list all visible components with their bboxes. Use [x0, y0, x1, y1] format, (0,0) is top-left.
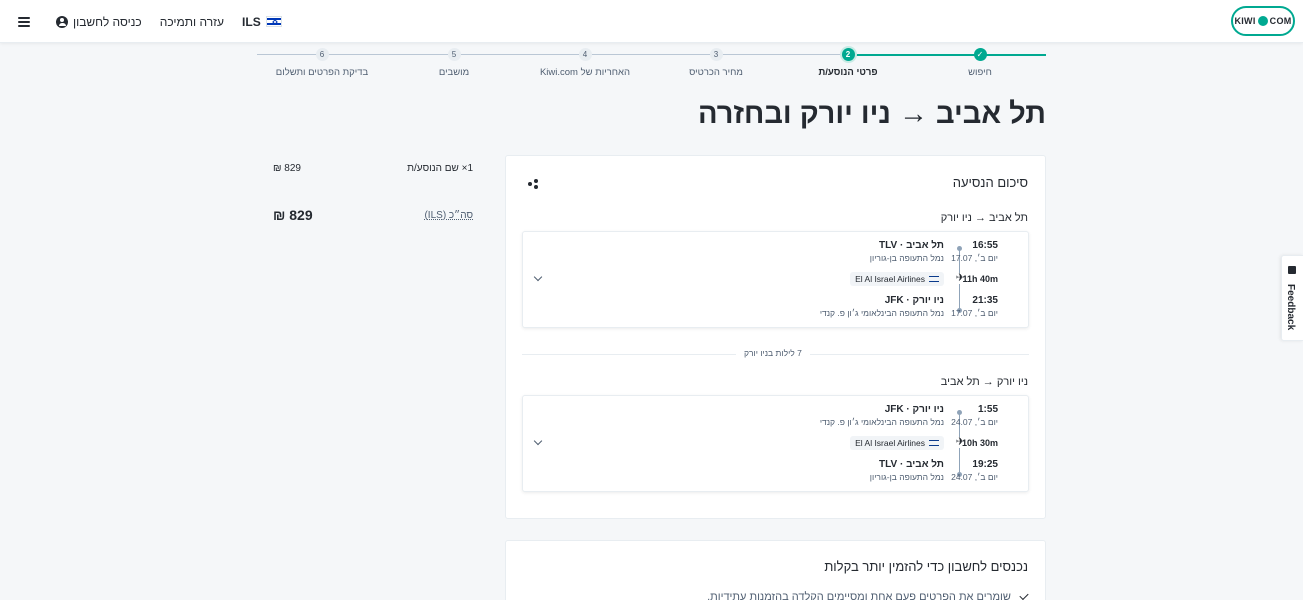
arrival-row: 21:35 יום ב׳, 17.07 ניו יורק · JFK נמל ה…	[748, 295, 1028, 319]
chevron-down-icon[interactable]	[533, 436, 543, 446]
trip-summary-title: סיכום הנסיעה	[952, 175, 1028, 190]
login-button[interactable]: כניסה לחשבון	[56, 15, 142, 29]
step-label: חיפוש	[968, 67, 992, 78]
check-icon	[1019, 590, 1029, 600]
departure-time: 1:55	[977, 404, 998, 415]
step-circle: 5	[447, 48, 461, 61]
airline-name: El Al Israel Airlines	[855, 274, 925, 284]
passenger-price-value: 829 ₪	[273, 163, 301, 174]
chevron-down-icon[interactable]	[533, 272, 543, 282]
arrival-time: 19:25	[972, 459, 998, 470]
arrival-time: 21:35	[972, 295, 998, 306]
departure-row: 1:55 יום ב׳, 24.07 ניו יורק · JFK נמל הת…	[748, 404, 1028, 428]
step-label: מושבים	[438, 67, 470, 78]
feedback-icon	[1288, 266, 1296, 274]
step-circle: 4	[578, 48, 592, 61]
step-review-payment[interactable]: 6 בדיקת הפרטים ותשלום	[262, 48, 382, 78]
passenger-price-row: 1× שם הנוסע/ת 829 ₪	[273, 163, 473, 174]
step-seats[interactable]: 5 מושבים	[394, 48, 514, 78]
departure-airport: נמל התעופה בן-גוריון	[869, 253, 944, 263]
airline-badge: El Al Israel Airlines	[850, 272, 944, 286]
account-benefit-item: שומרים את הפרטים פעם אחת ומסיימים הקלדה …	[707, 590, 1029, 600]
step-circle: 6	[315, 48, 329, 61]
arrival-airport: נמל התעופה בן-גוריון	[869, 472, 944, 482]
header: KIWI COM כניסה לחשבון עזרה ותמיכה ILS	[0, 0, 1303, 43]
step-circle: 2	[841, 48, 855, 61]
help-link[interactable]: עזרה ותמיכה	[160, 15, 224, 29]
currency-label: ILS	[242, 14, 261, 29]
arrival-row: 19:25 יום ב׳, 24.07 תל אביב · TLV נמל הת…	[748, 459, 1028, 483]
total-price-row: סה״כ (ILS) 829 ₪	[273, 207, 473, 223]
inbound-segment[interactable]: 1:55 יום ב׳, 24.07 ניו יורק · JFK נמל הת…	[522, 395, 1029, 492]
account-card: נכנסים לחשבון כדי להזמין יותר בקלות שומר…	[505, 540, 1046, 600]
step-circle: 3	[709, 48, 723, 61]
outbound-title: תל אביב → ניו יורק	[940, 212, 1028, 224]
feedback-label: Feedback	[1285, 284, 1296, 331]
header-actions: כניסה לחשבון עזרה ותמיכה ILS	[18, 0, 282, 43]
step-label: האחריות של Kiwi.com	[539, 67, 631, 78]
kiwi-logo[interactable]: KIWI COM	[1231, 6, 1295, 36]
airline-logo-icon	[929, 276, 939, 282]
step-circle: ✓	[973, 48, 987, 61]
departure-city: תל אביב · TLV	[879, 240, 944, 251]
arrival-day: יום ב׳, 24.07	[951, 472, 998, 482]
step-ticket-price[interactable]: 3 מחיר הכרטיס	[656, 48, 776, 78]
step-kiwi-guarantee[interactable]: 4 האחריות של Kiwi.com	[525, 48, 645, 78]
nights-count: 7 לילות בניו יורק	[736, 348, 810, 358]
departure-time: 16:55	[972, 240, 998, 251]
airline-name: El Al Israel Airlines	[855, 438, 925, 448]
departure-city: ניו יורק · JFK	[884, 404, 944, 415]
flight-duration: 10h 30m	[961, 438, 998, 448]
flight-duration: 11h 40m	[962, 274, 998, 284]
step-label: בדיקת הפרטים ותשלום	[275, 67, 369, 78]
price-summary: 1× שם הנוסע/ת 829 ₪ סה״כ (ILS) 829 ₪	[273, 163, 473, 223]
outbound-segment[interactable]: 16:55 יום ב׳, 17.07 תל אביב · TLV נמל הת…	[522, 231, 1029, 328]
passenger-price-label: 1× שם הנוסע/ת	[407, 163, 473, 174]
user-icon	[56, 15, 68, 28]
airline-logo-icon	[929, 440, 939, 446]
inbound-title: ניו יורק → תל אביב	[940, 376, 1028, 388]
step-label: פרטי הנוסע/ת	[818, 67, 878, 78]
logo-dot-icon	[1257, 16, 1268, 26]
departure-day: יום ב׳, 24.07	[951, 417, 998, 427]
step-search[interactable]: ✓ חיפוש	[920, 48, 1040, 78]
page-title: תל אביב → ניו יורק ובחזרה	[697, 98, 1046, 130]
hamburger-menu-icon[interactable]	[18, 16, 30, 27]
currency-selector[interactable]: ILS	[242, 15, 282, 29]
share-icon[interactable]	[528, 179, 538, 189]
login-label: כניסה לחשבון	[73, 14, 142, 29]
logo-text-right: COM	[1269, 16, 1292, 26]
arrival-city: ניו יורק · JFK	[884, 295, 944, 306]
arrival-city: תל אביב · TLV	[879, 459, 944, 470]
total-price-value: 829 ₪	[273, 207, 313, 223]
feedback-tab[interactable]: Feedback	[1281, 255, 1303, 341]
departure-row: 16:55 יום ב׳, 17.07 תל אביב · TLV נמל הת…	[748, 240, 1028, 264]
booking-stepper: ✓ חיפוש 2 פרטי הנוסע/ת 3 מחיר הכרטיס 4 ה…	[257, 48, 1046, 80]
israel-flag-icon	[265, 16, 282, 27]
departure-airport: נמל התעופה הבינלאומי ג׳ון פ. קנדי	[819, 417, 944, 427]
account-title: נכנסים לחשבון כדי להזמין יותר בקלות	[824, 559, 1028, 574]
departure-day: יום ב׳, 17.07	[951, 253, 998, 263]
arrival-day: יום ב׳, 17.07	[951, 308, 998, 318]
airline-badge: El Al Israel Airlines	[850, 436, 944, 450]
account-benefit-text: שומרים את הפרטים פעם אחת ומסיימים הקלדה …	[707, 591, 1011, 600]
trip-summary-card: סיכום הנסיעה תל אביב → ניו יורק 16:55 יו…	[505, 155, 1046, 519]
total-price-label[interactable]: סה״כ (ILS)	[424, 210, 473, 221]
arrival-airport: נמל התעופה הבינלאומי ג׳ון פ. קנדי	[819, 308, 944, 318]
step-passenger-details[interactable]: 2 פרטי הנוסע/ת	[788, 48, 908, 78]
step-label: מחיר הכרטיס	[689, 67, 743, 78]
logo-text-left: KIWI	[1234, 16, 1256, 26]
